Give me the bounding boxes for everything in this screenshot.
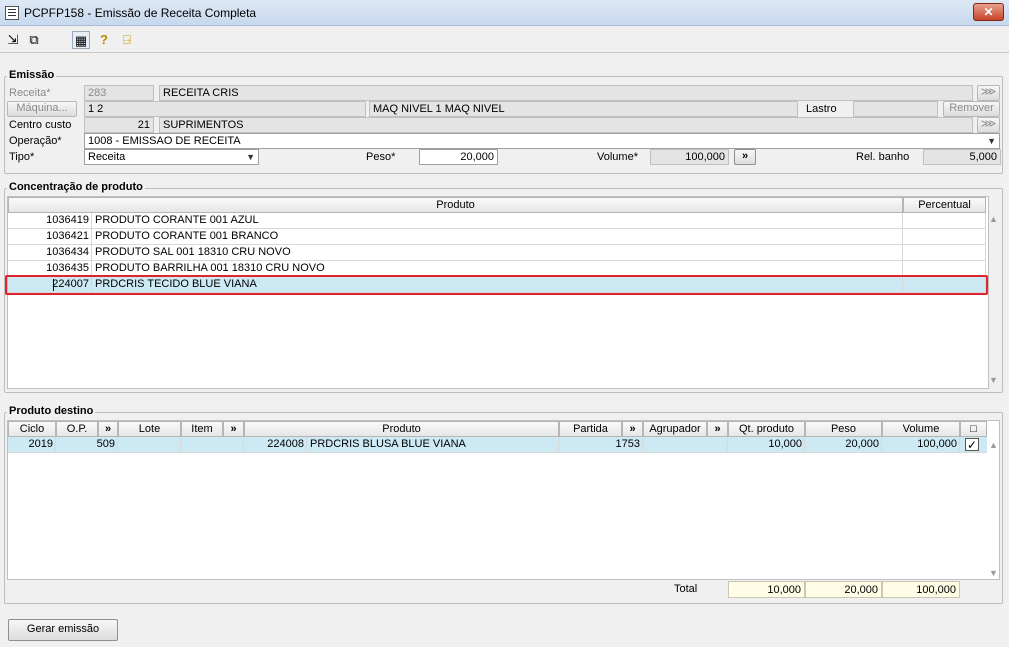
volume-expand-button[interactable]: » <box>734 149 756 165</box>
help-icon[interactable]: ? <box>95 31 113 49</box>
table-row[interactable]: 1036434 PRODUTO SAL 001 18310 CRU NOVO <box>8 245 986 261</box>
produto-name: PRODUTO SAL 001 18310 CRU NOVO <box>92 245 903 260</box>
lote-cell[interactable] <box>118 437 181 452</box>
exit-door-icon[interactable]: ⍈ <box>118 31 136 49</box>
operacao-label: Operação* <box>9 135 62 147</box>
tipo-select[interactable]: Receita ▼ <box>84 149 259 165</box>
scroll-down-icon[interactable]: ▼ <box>989 568 998 578</box>
item-cell[interactable] <box>181 437 244 452</box>
text-cursor <box>53 279 54 291</box>
row-checkbox[interactable]: ✓ <box>965 438 979 451</box>
peso-label: Peso* <box>366 151 396 163</box>
peso-cell: 20,000 <box>805 437 882 452</box>
centro-custo-code-field[interactable]: 21 <box>84 117 154 133</box>
lastro-field <box>853 101 938 117</box>
volume-label: Volume* <box>597 151 638 163</box>
produto-name: PRODUTO CORANTE 001 BRANCO <box>92 229 903 244</box>
col-header-partida[interactable]: Partida <box>559 421 622 437</box>
produto-code: 224008 <box>244 437 307 452</box>
partida-lookup-button[interactable]: » <box>622 421 643 437</box>
col-header-op[interactable]: O.P. <box>56 421 98 437</box>
chevron-down-icon: ▼ <box>987 136 996 146</box>
tipo-label: Tipo* <box>9 151 35 163</box>
col-header-select-all[interactable]: □ <box>960 421 987 437</box>
scroll-up-icon[interactable]: ▲ <box>989 214 998 224</box>
produto-code: 1036434 <box>8 245 92 260</box>
receita-name-field: RECEITA CRIS <box>159 85 973 101</box>
produto-destino-group-label: Produto destino <box>7 405 96 417</box>
agrupador-lookup-button[interactable]: » <box>707 421 728 437</box>
qt-produto-cell: 10,000 <box>728 437 805 452</box>
ciclo-cell: 2019 <box>8 437 56 452</box>
remover-button[interactable]: Remover <box>943 101 1000 117</box>
emissao-group-label: Emissão <box>7 69 57 81</box>
lastro-label: Lastro <box>806 103 837 115</box>
title-bar: PCPFP158 - Emissão de Receita Completa ✕ <box>0 0 1009 26</box>
maquina-code-field: 1 2 <box>84 101 366 117</box>
volume-field: 100,000 <box>650 149 729 165</box>
receita-code-field[interactable]: 283 <box>84 85 154 101</box>
produto-code: 1036419 <box>8 213 92 228</box>
percentual-cell[interactable] <box>903 245 986 260</box>
total-qt-produto: 10,000 <box>728 581 805 598</box>
produto-name: PRODUTO CORANTE 001 AZUL <box>92 213 903 228</box>
gerar-emissao-button[interactable]: Gerar emissão <box>8 619 118 641</box>
app-icon <box>5 6 19 20</box>
rel-banho-field: 5,000 <box>923 149 1001 165</box>
peso-input[interactable]: 20,000 <box>419 149 498 165</box>
scroll-down-icon[interactable]: ▼ <box>989 375 998 385</box>
table-row-selected[interactable]: 2019 509 224008 PRDCRIS BLUSA BLUE VIANA… <box>8 437 987 453</box>
col-header-lote[interactable]: Lote <box>118 421 181 437</box>
operacao-select[interactable]: 1008 - EMISSAO DE RECEITA ▼ <box>84 133 1000 149</box>
agrupador-cell[interactable] <box>643 437 728 452</box>
col-header-qt-produto[interactable]: Qt. produto <box>728 421 805 437</box>
total-volume: 100,000 <box>882 581 960 598</box>
produto-code: 1036435 <box>8 261 92 276</box>
centro-custo-name-field: SUPRIMENTOS <box>159 117 973 133</box>
close-button[interactable]: ✕ <box>973 3 1004 21</box>
windows-icon[interactable]: ⧉ <box>25 31 43 49</box>
col-header-volume[interactable]: Volume <box>882 421 960 437</box>
col-header-percentual[interactable]: Percentual <box>903 197 986 213</box>
operacao-select-value: 1008 - EMISSAO DE RECEITA <box>88 135 241 147</box>
maquina-name-field: MAQ NIVEL 1 MAQ NIVEL <box>369 101 798 117</box>
total-peso: 20,000 <box>805 581 882 598</box>
partida-cell: 1753 <box>559 437 643 452</box>
total-label: Total <box>674 583 698 595</box>
item-lookup-button[interactable]: » <box>223 421 244 437</box>
calendar-icon[interactable]: ▦ <box>72 31 90 49</box>
op-cell: 509 <box>56 437 118 452</box>
percentual-cell[interactable] <box>903 213 986 228</box>
receita-label: Receita* <box>9 87 51 99</box>
receita-lookup-button[interactable]: ⋙ <box>977 85 1000 101</box>
percentual-cell[interactable] <box>903 229 986 244</box>
toolbar: ⇲ ⧉ ▦ ? ⍈ <box>0 27 1009 53</box>
concentracao-group-label: Concentração de produto <box>7 181 145 193</box>
produto-name: PRODUTO BARRILHA 001 18310 CRU NOVO <box>92 261 903 276</box>
volume-cell: 100,000 <box>882 437 960 452</box>
produto-code: 1036421 <box>8 229 92 244</box>
window-title: PCPFP158 - Emissão de Receita Completa <box>24 6 257 20</box>
col-header-peso[interactable]: Peso <box>805 421 882 437</box>
scroll-up-icon[interactable]: ▲ <box>989 440 998 450</box>
col-header-agrupador[interactable]: Agrupador <box>643 421 707 437</box>
maquina-button[interactable]: Máquina... <box>7 101 77 117</box>
op-lookup-button[interactable]: » <box>98 421 118 437</box>
col-header-produto[interactable]: Produto <box>8 197 903 213</box>
table-row[interactable]: 1036421 PRODUTO CORANTE 001 BRANCO <box>8 229 986 245</box>
tipo-select-value: Receita <box>88 151 126 163</box>
centro-custo-label: Centro custo <box>9 119 72 131</box>
highlight-outline <box>5 275 988 295</box>
table-row[interactable]: 1036419 PRODUTO CORANTE 001 AZUL <box>8 213 986 229</box>
percentual-cell[interactable] <box>903 261 986 276</box>
centro-custo-lookup-button[interactable]: ⋙ <box>977 117 1000 133</box>
export-icon[interactable]: ⇲ <box>4 31 22 49</box>
rel-banho-label: Rel. banho <box>856 151 910 163</box>
col-header-produto[interactable]: Produto <box>244 421 559 437</box>
chevron-down-icon: ▼ <box>246 152 255 162</box>
col-header-item[interactable]: Item <box>181 421 223 437</box>
produto-name: PRDCRIS BLUSA BLUE VIANA <box>307 437 559 452</box>
col-header-ciclo[interactable]: Ciclo <box>8 421 56 437</box>
